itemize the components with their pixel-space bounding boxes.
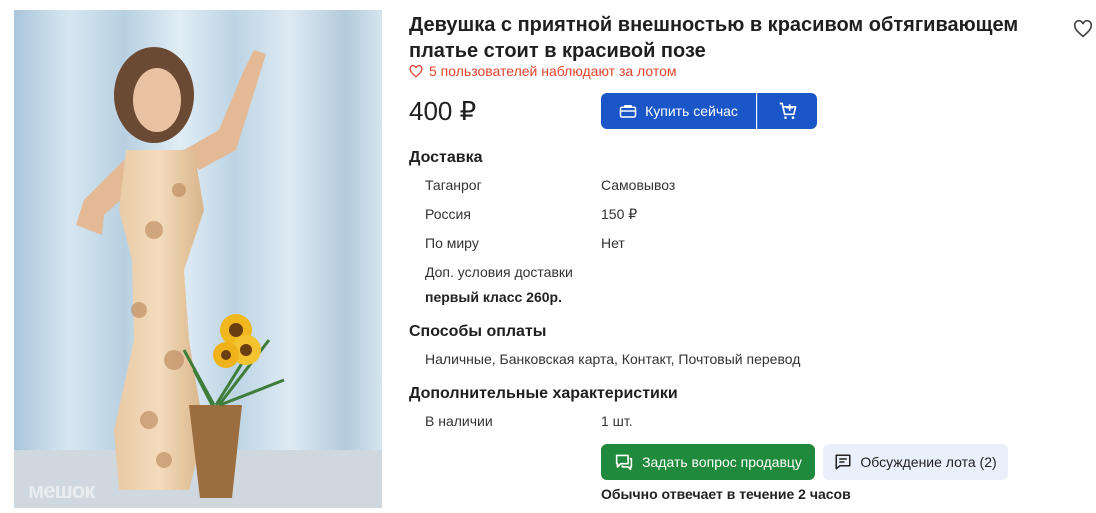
price: 400 ₽ [409, 96, 477, 126]
buy-group: Купить сейчас [601, 93, 817, 129]
discussion-button[interactable]: Обсуждение лота (2) [823, 444, 1008, 480]
ask-seller-label: Задать вопрос продавцу [642, 454, 802, 470]
delivery-row-label: Таганрог [425, 177, 482, 193]
delivery-heading: Доставка [409, 149, 483, 166]
delivery-row-label: Россия [425, 206, 471, 222]
cart-plus-icon [779, 102, 796, 119]
buy-now-label: Купить сейчас [645, 103, 738, 119]
delivery-row-value: Самовывоз [601, 177, 676, 193]
comment-icon [835, 454, 851, 470]
reply-time-note: Обычно отвечает в течение 2 часов [601, 486, 851, 502]
delivery-row-label: По миру [425, 235, 479, 251]
heart-outline-icon [1073, 20, 1093, 38]
watchers-info: 5 пользователей наблюдают за лотом [409, 62, 677, 80]
delivery-extra-label: Доп. условия доставки [425, 264, 573, 280]
favorite-button[interactable] [1072, 18, 1094, 40]
add-to-cart-button[interactable] [757, 93, 817, 129]
characteristics-heading: Дополнительные характеристики [409, 385, 678, 402]
payment-methods: Наличные, Банковская карта, Контакт, Поч… [425, 351, 801, 367]
characteristics-row-label: В наличии [425, 413, 493, 429]
lot-photo[interactable]: мешок [14, 10, 382, 508]
buy-now-button[interactable]: Купить сейчас [601, 93, 756, 129]
watchers-text: 5 пользователей наблюдают за лотом [429, 63, 677, 79]
delivery-row-value: 150 ₽ [601, 206, 638, 222]
watermark: мешок [28, 478, 95, 503]
photo-illustration [14, 10, 382, 508]
delivery-extra-value: первый класс 260р. [425, 289, 562, 305]
heart-outline-icon [409, 64, 423, 78]
discussion-label: Обсуждение лота (2) [860, 454, 997, 470]
ask-seller-button[interactable]: Задать вопрос продавцу [601, 444, 815, 480]
characteristics-row-value: 1 шт. [601, 413, 633, 429]
lot-title: Девушка с приятной внешностью в красивом… [409, 14, 1019, 62]
delivery-row-value: Нет [601, 235, 625, 251]
briefcase-icon [619, 105, 637, 118]
chat-icon [615, 454, 633, 471]
payment-heading: Способы оплаты [409, 323, 547, 340]
